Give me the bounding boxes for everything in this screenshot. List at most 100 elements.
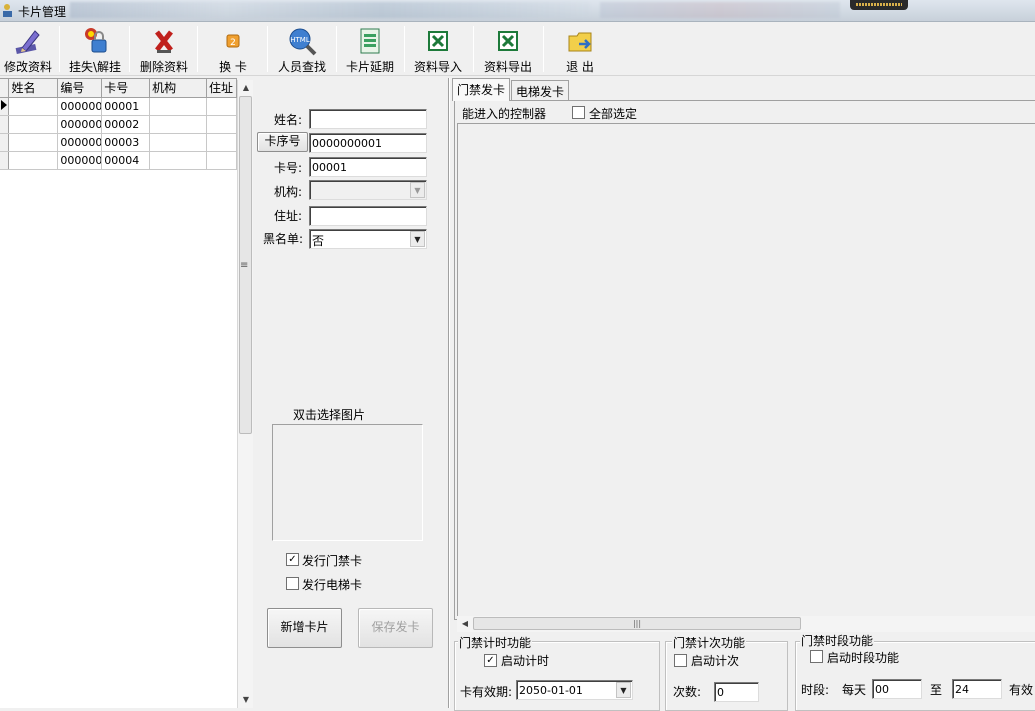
blacklist-label: 黑名单:: [262, 232, 303, 246]
dropdown-arrow-icon[interactable]: ▼: [410, 231, 425, 247]
cell-org[interactable]: [149, 133, 207, 152]
toolbar-separator: [129, 26, 130, 72]
row-indicator: [0, 151, 10, 170]
scroll-up-arrow-icon[interactable]: ▲: [238, 80, 254, 96]
enable-counting-checkbox[interactable]: [674, 654, 687, 667]
cell-cardno[interactable]: 00002: [101, 115, 151, 134]
card-serial-button[interactable]: 卡序号: [257, 132, 308, 152]
org-select[interactable]: ▼: [309, 180, 427, 200]
splitter-grip-icon[interactable]: ≡: [240, 260, 248, 272]
issue-elevator-card-checkbox[interactable]: [286, 577, 299, 590]
cell-name[interactable]: [8, 151, 59, 170]
org-label: 机构:: [273, 185, 302, 199]
name-input[interactable]: [309, 109, 427, 129]
enable-period-checkbox[interactable]: [810, 650, 823, 663]
issue-elevator-card-label: 发行电梯卡: [302, 578, 363, 592]
grid-vertical-scrollbar[interactable]: ▲ ▼: [237, 80, 253, 708]
swap-card-icon: 2: [226, 34, 240, 48]
delete-info-button[interactable]: 删除资料: [134, 22, 194, 76]
enable-counting-label: 启动计次: [691, 654, 740, 668]
report-loss-button[interactable]: 挂失\解挂: [62, 22, 128, 76]
column-header-id[interactable]: 编号: [57, 79, 103, 98]
extend-card-button[interactable]: 卡片延期: [338, 22, 402, 76]
cell-id[interactable]: 0000000: [57, 133, 103, 152]
report-loss-label: 挂失\解挂: [68, 60, 122, 74]
toolbar-separator: [473, 26, 474, 72]
delete-x-icon: [155, 30, 173, 53]
blacklist-select[interactable]: 否 ▼: [309, 229, 427, 249]
find-person-button[interactable]: HTML 人员查找: [270, 22, 334, 76]
dropdown-arrow-icon[interactable]: ▼: [616, 682, 631, 698]
cell-address[interactable]: [206, 115, 238, 134]
cell-org[interactable]: [149, 97, 207, 116]
cell-address[interactable]: [206, 151, 238, 170]
card-number-input[interactable]: 00001: [309, 157, 427, 177]
tab-door-card[interactable]: 门禁发卡: [452, 78, 511, 101]
cell-cardno[interactable]: 00004: [101, 151, 151, 170]
column-header-cardno[interactable]: 卡号: [101, 79, 151, 98]
period-to-input[interactable]: 24: [952, 679, 1002, 699]
tab-elevator-card[interactable]: 电梯发卡: [511, 80, 570, 100]
card-grid[interactable]: 姓名 编号 卡号 机构 住址 0000000 00001 0000000 000…: [0, 78, 238, 708]
svg-text:HTML: HTML: [290, 36, 310, 44]
table-row[interactable]: 0000000 00003: [0, 133, 238, 152]
edit-info-button[interactable]: 修改资料: [0, 22, 56, 76]
cell-cardno[interactable]: 00003: [101, 133, 151, 152]
cell-org[interactable]: [149, 151, 207, 170]
import-data-label: 资料导入: [413, 60, 462, 74]
row-pointer-icon: [1, 99, 7, 110]
table-row[interactable]: 0000000 00002: [0, 115, 238, 134]
cell-org[interactable]: [149, 115, 207, 134]
delete-info-label: 删除资料: [139, 60, 188, 74]
count-input[interactable]: 0: [714, 682, 759, 702]
cell-cardno[interactable]: 00001: [101, 97, 151, 116]
column-header-org[interactable]: 机构: [149, 79, 207, 98]
cell-id[interactable]: 0000000: [57, 151, 103, 170]
import-data-button[interactable]: 资料导入: [406, 22, 470, 76]
issue-door-card-checkbox[interactable]: ✓: [286, 553, 299, 566]
export-data-button[interactable]: 资料导出: [476, 22, 540, 76]
cell-id[interactable]: 0000000: [57, 115, 103, 134]
address-input[interactable]: [309, 206, 427, 226]
new-card-button[interactable]: 新增卡片: [267, 608, 342, 648]
cell-address[interactable]: [206, 133, 238, 152]
controller-horizontal-scrollbar[interactable]: ◀ |||: [457, 616, 1035, 632]
row-indicator: [0, 133, 10, 152]
photo-box[interactable]: [272, 424, 423, 541]
save-card-button[interactable]: 保存发卡: [358, 608, 433, 648]
column-header-name[interactable]: 姓名: [8, 79, 59, 98]
cell-address[interactable]: [206, 97, 238, 116]
cell-id[interactable]: 0000000: [57, 97, 103, 116]
enable-timing-label: 启动计时: [501, 654, 550, 668]
controller-list[interactable]: [457, 123, 1035, 616]
dropdown-arrow-icon[interactable]: ▼: [410, 182, 425, 198]
cell-name[interactable]: [8, 115, 59, 134]
scroll-left-arrow-icon[interactable]: ◀: [457, 616, 473, 632]
card-serial-input[interactable]: 0000000001: [309, 133, 427, 153]
period-from-input[interactable]: 00: [872, 679, 922, 699]
toolbar-separator: [197, 26, 198, 72]
level-meter: [850, 0, 908, 10]
window-title: 卡片管理: [18, 5, 67, 19]
count-label: 次数:: [673, 685, 702, 699]
timing-group: [454, 641, 660, 711]
scroll-down-arrow-icon[interactable]: ▼: [238, 692, 254, 708]
excel-import-icon: [428, 31, 448, 51]
toolbar-separator: [404, 26, 405, 72]
timing-group-title: 门禁计时功能: [458, 634, 533, 651]
cell-name[interactable]: [8, 97, 59, 116]
scroll-thumb[interactable]: |||: [473, 617, 801, 630]
validity-date-picker[interactable]: 2050-01-01 ▼: [516, 680, 633, 700]
exit-button[interactable]: 退 出: [548, 22, 612, 76]
select-all-checkbox[interactable]: [572, 106, 585, 119]
counting-group-title: 门禁计次功能: [672, 634, 747, 651]
replace-card-button[interactable]: 2 换 卡: [200, 22, 266, 76]
column-header-address[interactable]: 住址: [206, 79, 238, 98]
cell-name[interactable]: [8, 133, 59, 152]
toolbar-separator: [267, 26, 268, 72]
table-row[interactable]: 0000000 00001: [0, 97, 238, 116]
table-row[interactable]: 0000000 00004: [0, 151, 238, 170]
enable-timing-checkbox[interactable]: ✓: [484, 654, 497, 667]
table-header-row: 姓名 编号 卡号 机构 住址: [0, 79, 238, 98]
toolbar-separator: [543, 26, 544, 72]
